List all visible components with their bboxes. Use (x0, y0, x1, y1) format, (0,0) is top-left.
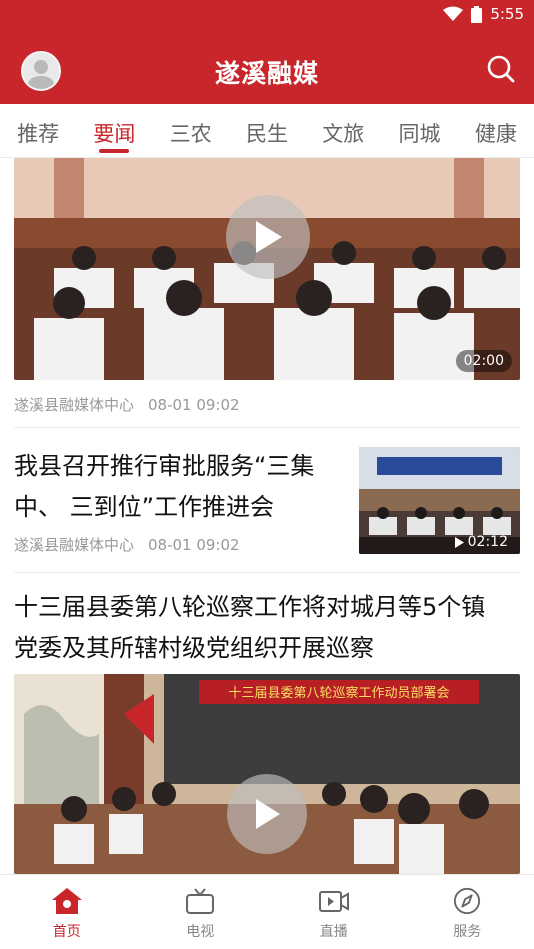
play-icon (256, 221, 282, 253)
play-icon (256, 799, 280, 829)
news-feed[interactable]: 02:00 遂溪县融媒体中心 08-01 09:02 我县召开推行审批服务“三集 … (0, 158, 534, 874)
video-thumbnail[interactable]: 02:00 (14, 158, 520, 380)
article-source: 遂溪县融媒体中心 (14, 536, 135, 554)
tab-recommend[interactable]: 推荐 (0, 104, 76, 157)
search-button[interactable] (486, 54, 516, 84)
nav-services[interactable]: 服务 (401, 875, 534, 949)
app-header: 遂溪融媒 (0, 32, 534, 104)
play-icon (454, 536, 464, 548)
app-title: 遂溪融媒 (214, 59, 319, 88)
tab-livelihood[interactable]: 民生 (229, 104, 305, 157)
video-duration-label: 02:12 (454, 534, 508, 550)
banner-text: 十三届县委第八轮巡察工作动员部署会 (228, 686, 449, 701)
tab-headlines[interactable]: 要闻 (76, 104, 152, 157)
channel-tabs: 推荐 要闻 三农 民生 文旅 同城 健康 (0, 104, 534, 158)
nav-live[interactable]: 直播 (267, 875, 401, 949)
play-button[interactable] (227, 774, 307, 854)
article-meta: 遂溪县融媒体中心 08-01 09:02 (14, 394, 240, 415)
nav-tv-label: 电视 (186, 924, 215, 940)
article-time: 08-01 09:02 (148, 396, 240, 414)
nav-home-label: 首页 (52, 924, 81, 940)
divider (14, 427, 520, 428)
nav-live-label: 直播 (319, 924, 348, 940)
tv-icon (186, 888, 215, 914)
article-title[interactable]: 十三届县委第八轮巡察工作将对城月等5个镇 党委及其所辖村级党组织开展巡察 (14, 587, 524, 669)
nav-tv[interactable]: 电视 (134, 875, 268, 949)
nav-services-label: 服务 (453, 924, 482, 940)
tab-agriculture[interactable]: 三农 (153, 104, 229, 157)
live-video-icon (318, 891, 349, 912)
tab-local[interactable]: 同城 (381, 104, 457, 157)
play-button[interactable] (226, 195, 310, 279)
wifi-icon (443, 6, 464, 21)
home-icon (51, 888, 82, 914)
bottom-navigation: 首页 电视 直播 服务 (0, 874, 534, 949)
video-thumbnail[interactable]: 十三届县委第八轮巡察工作动员部署会 (14, 674, 520, 874)
divider (14, 572, 520, 573)
article-meta: 遂溪县融媒体中心 08-01 09:02 (14, 534, 240, 555)
tab-culture-tourism[interactable]: 文旅 (305, 104, 381, 157)
article-title[interactable]: 我县召开推行审批服务“三集 中、 三到位”工作推进会 (14, 446, 344, 528)
nav-home[interactable]: 首页 (0, 875, 134, 949)
article-time: 08-01 09:02 (148, 536, 240, 554)
status-bar: 5:55 (0, 0, 534, 32)
compass-icon (454, 887, 481, 915)
battery-icon (471, 5, 483, 23)
tab-health[interactable]: 健康 (458, 104, 534, 157)
search-icon (487, 55, 515, 83)
article-source: 遂溪县融媒体中心 (14, 396, 135, 414)
video-thumbnail[interactable]: 02:12 (359, 447, 520, 554)
status-time: 5:55 (490, 5, 524, 23)
video-duration: 02:00 (455, 350, 512, 372)
